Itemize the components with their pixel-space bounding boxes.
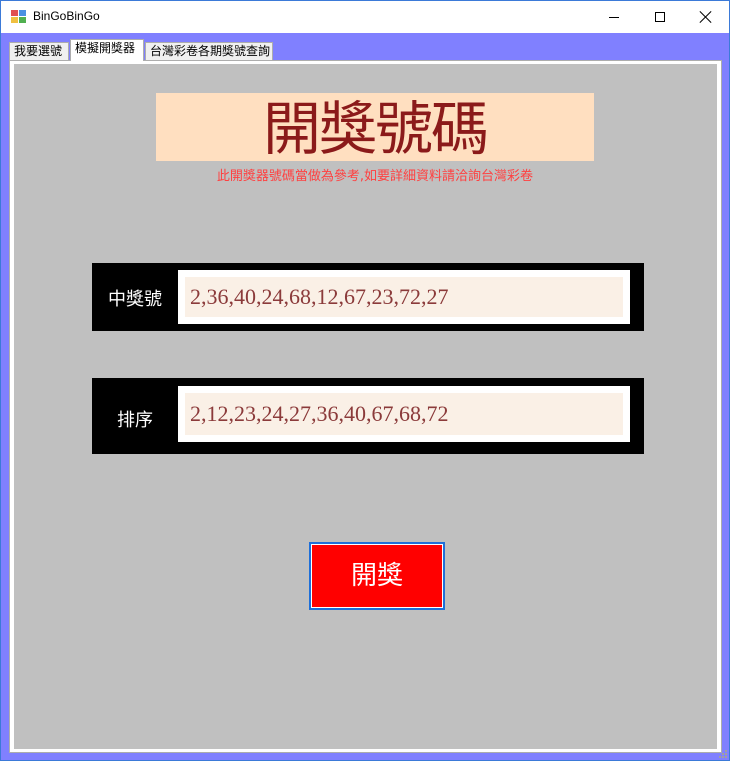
draw-button[interactable]: 開獎 [309, 542, 445, 610]
app-window: BinGoBinGo 我要選號 模擬開獎器 台灣彩卷各期獎號查詢 開獎號碼 此開… [0, 0, 730, 761]
resize-grip-icon[interactable] [719, 750, 727, 758]
winning-numbers-label: 中獎號 [108, 289, 162, 310]
sorted-numbers-row: 排序 2,12,23,24,27,36,40,67,68,72 [92, 378, 644, 454]
heading-banner: 開獎號碼 [156, 93, 594, 163]
minimize-button[interactable] [591, 1, 637, 33]
tab-lottery-history[interactable]: 台灣彩卷各期獎號查詢 [145, 42, 273, 60]
winning-numbers-field[interactable]: 2,36,40,24,68,12,67,23,72,27 [178, 270, 630, 324]
maximize-icon [655, 12, 665, 22]
close-icon [700, 11, 712, 23]
disclaimer-text: 此開獎器號碼當做為參考,如要詳細資料請洽詢台灣彩卷 [216, 169, 534, 184]
tab-pick-numbers[interactable]: 我要選號 [9, 42, 69, 60]
tab-panel: 開獎號碼 此開獎器號碼當做為參考,如要詳細資料請洽詢台灣彩卷 中獎號 2,36,… [9, 60, 722, 753]
maximize-button[interactable] [637, 1, 683, 33]
tab-draw-simulator[interactable]: 模擬開獎器 [70, 39, 144, 61]
sorted-numbers-value[interactable]: 2,12,23,24,27,36,40,67,68,72 [185, 393, 623, 435]
sorted-numbers-field[interactable]: 2,12,23,24,27,36,40,67,68,72 [178, 386, 630, 442]
window-title: BinGoBinGo [33, 9, 100, 23]
sorted-numbers-label: 排序 [117, 410, 153, 431]
simulator-panel: 開獎號碼 此開獎器號碼當做為參考,如要詳細資料請洽詢台灣彩卷 中獎號 2,36,… [14, 64, 717, 749]
winning-numbers-value[interactable]: 2,36,40,24,68,12,67,23,72,27 [185, 277, 623, 317]
winning-numbers-row: 中獎號 2,36,40,24,68,12,67,23,72,27 [92, 263, 644, 331]
title-bar[interactable]: BinGoBinGo [1, 1, 729, 33]
page-title: 開獎號碼 [262, 95, 489, 163]
app-icon [11, 10, 27, 24]
close-button[interactable] [683, 1, 729, 33]
minimize-icon [609, 16, 619, 18]
